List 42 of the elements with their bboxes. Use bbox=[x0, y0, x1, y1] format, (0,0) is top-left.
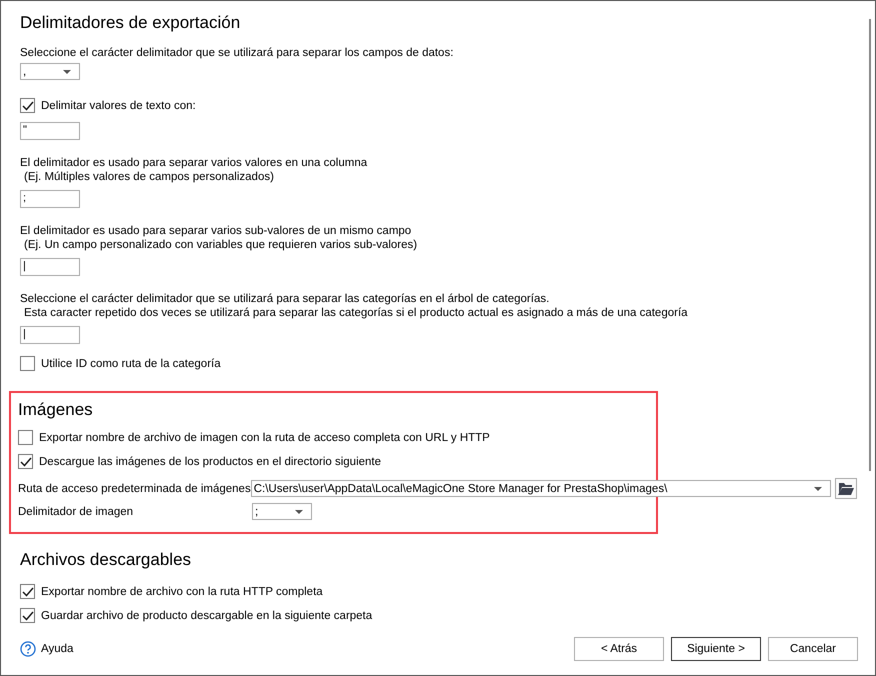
checkbox-label: Delimitar valores de texto con: bbox=[41, 100, 196, 112]
checkbox-label: Descargue las imágenes de los productos en el directorio siguiente bbox=[39, 456, 382, 468]
checkbox-label: Utilice ID como ruta de la categoría bbox=[41, 358, 221, 370]
wizard-button[interactable]: Siguiente > bbox=[671, 637, 761, 661]
folder-icon bbox=[838, 482, 854, 496]
checkbox-label: Exportar nombre de archivo de imagen con la ruta de acceso completa con URL y HTTP bbox=[39, 432, 490, 444]
checkbox-label: Exportar nombre de archivo con la ruta HTTP completa bbox=[41, 586, 323, 598]
checkbox[interactable] bbox=[20, 584, 35, 599]
delimiter-input[interactable]: ; bbox=[20, 190, 80, 208]
delimiter-input[interactable]: | bbox=[20, 258, 80, 276]
wizard-button[interactable]: < Atrás bbox=[574, 637, 664, 661]
checkbox[interactable] bbox=[18, 430, 33, 445]
caret-icon bbox=[63, 70, 71, 74]
caret-icon bbox=[814, 486, 822, 490]
field-label: Ruta de acceso predeterminada de imágenes bbox=[18, 482, 251, 494]
checkbox[interactable] bbox=[20, 608, 35, 623]
checkbox[interactable] bbox=[20, 98, 35, 113]
help-link[interactable]: Ayuda bbox=[20, 641, 74, 657]
checkbox[interactable] bbox=[20, 356, 35, 371]
checkbox[interactable] bbox=[18, 454, 33, 469]
browse-button[interactable] bbox=[834, 478, 857, 499]
note-text: Esta caracter repetido dos veces se utilizará para separar las categorías si el producto actual es asignado a más de una categoría bbox=[23, 306, 688, 320]
note-text: El delimitador es usado para separar varios sub-valores de un mismo campo bbox=[20, 224, 412, 238]
delimiter-dropdown[interactable]: , bbox=[20, 63, 80, 80]
checkbox-label: Guardar archivo de producto descargable en la siguiente carpeta bbox=[41, 610, 372, 622]
note-text: (Ej. Múltiples valores de campos personalizados) bbox=[23, 170, 275, 184]
delimiter-input[interactable]: | bbox=[20, 326, 80, 344]
note-text: El delimitador es usado para separar varios valores en una columna bbox=[20, 156, 368, 170]
instruction-text: Seleccione el carácter delimitador que se utilizará para separar los campos de datos: bbox=[20, 47, 454, 59]
wizard-button[interactable]: Cancelar bbox=[768, 637, 858, 661]
caret-icon bbox=[295, 510, 303, 514]
section-title: Imágenes bbox=[18, 400, 94, 420]
note-text: Seleccione el carácter delimitador que se utilizará para separar las categorías en el árbol de categorías. bbox=[20, 292, 550, 306]
section-title: Archivos descargables bbox=[20, 550, 192, 570]
section-title: Delimitadores de exportación bbox=[20, 13, 242, 33]
delimiter-dropdown[interactable]: ; bbox=[252, 503, 312, 520]
help-icon bbox=[20, 641, 36, 657]
field-label: Delimitador de imagen bbox=[18, 506, 134, 518]
path-dropdown[interactable]: C:\Users\user\AppData\Local\eMagicOne Store Manager for PrestaShop\images\ bbox=[250, 480, 831, 497]
note-text: (Ej. Un campo personalizado con variables que requieren varios sub-valores) bbox=[23, 238, 418, 252]
scrollbar-thumb[interactable] bbox=[869, 19, 871, 471]
delimiter-input[interactable]: " bbox=[20, 122, 80, 140]
